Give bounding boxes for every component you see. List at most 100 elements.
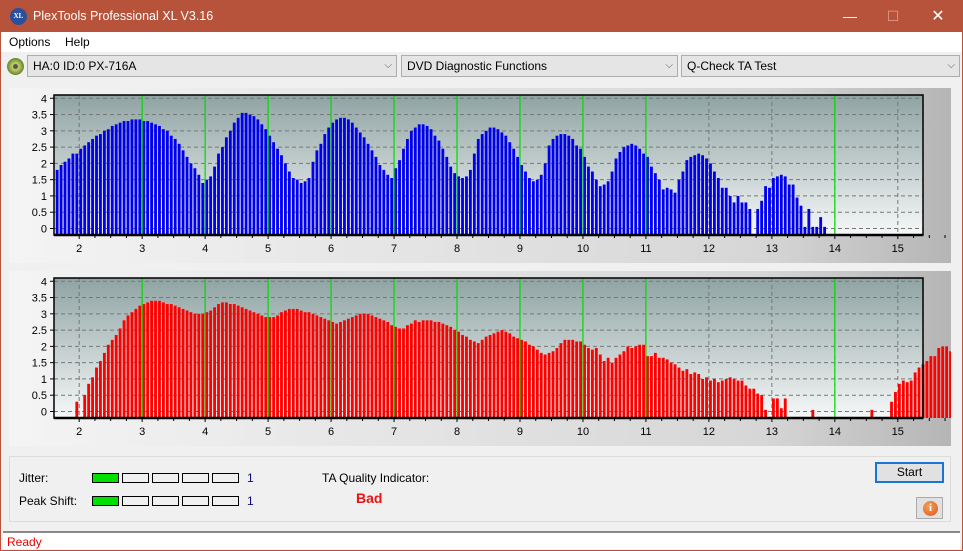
info-button[interactable]: i: [916, 497, 943, 519]
maximize-button[interactable]: ☐: [870, 1, 916, 32]
start-button[interactable]: Start: [875, 462, 944, 483]
bar: [409, 323, 413, 418]
bar: [177, 307, 181, 418]
bar: [610, 362, 614, 418]
bar: [406, 325, 409, 418]
bar: [933, 356, 937, 418]
bar: [764, 186, 767, 235]
bar: [484, 336, 488, 418]
drive-select[interactable]: HA:0 ID:0 PX-716A ⌵: [27, 55, 397, 77]
y-tick-label: 0.5: [32, 207, 47, 219]
bar: [744, 202, 748, 235]
peak-shift-value: 1: [247, 494, 254, 508]
bar: [673, 192, 677, 235]
bar: [272, 142, 276, 235]
bar: [689, 156, 693, 235]
bar: [158, 125, 161, 235]
menu-options[interactable]: Options: [9, 35, 50, 49]
bar: [409, 130, 413, 235]
bar: [95, 367, 98, 418]
x-tick-label: 14: [829, 426, 841, 438]
bar: [504, 331, 508, 418]
top-ta-chart: 0 0.5 1 1.5 2 2.5 3 3.5 4 2 3 4 5 6 7 8 9 10 11 12 13 14 15: [32, 93, 946, 255]
bar: [323, 318, 327, 418]
status-text: Ready: [7, 535, 42, 549]
test-select[interactable]: Q-Check TA Test ⌵: [681, 55, 960, 77]
y-tick-label: 3: [41, 309, 47, 321]
x-tick-label: 15: [892, 426, 904, 438]
bar: [480, 134, 484, 235]
bar: [575, 145, 579, 235]
bar: [492, 127, 496, 235]
bar: [79, 148, 83, 235]
x-tick-label: 5: [265, 426, 271, 438]
bar: [382, 320, 386, 418]
bar: [413, 127, 417, 235]
bar: [468, 169, 472, 235]
bar: [398, 328, 401, 418]
x-tick-label: 13: [766, 243, 778, 255]
bar: [705, 158, 708, 235]
bar: [468, 339, 472, 418]
menu-help[interactable]: Help: [65, 35, 90, 49]
bar: [500, 132, 504, 235]
bar: [232, 304, 236, 418]
bar: [756, 208, 760, 235]
title-bar[interactable]: XL PlexTools Professional XL V3.16 — ☐ ✕: [1, 1, 963, 32]
bar: [232, 122, 236, 235]
bar: [819, 217, 823, 235]
bar: [99, 361, 102, 418]
bar: [209, 176, 213, 235]
bar: [614, 357, 618, 418]
y-tick-label: 2: [41, 341, 47, 353]
bar: [197, 313, 201, 418]
bar: [126, 121, 130, 235]
bar: [512, 336, 516, 418]
bar: [697, 374, 701, 418]
meter-segment: [212, 496, 239, 506]
function-select[interactable]: DVD Diagnostic Functions ⌵: [401, 55, 678, 77]
bar: [106, 129, 110, 235]
meter-segment: [152, 473, 179, 483]
bar: [602, 361, 606, 418]
bar: [213, 307, 216, 418]
close-button[interactable]: ✕: [915, 1, 961, 32]
bar: [110, 125, 114, 235]
bar: [287, 308, 291, 418]
bar: [311, 313, 315, 418]
bar: [590, 171, 594, 235]
bar: [193, 313, 197, 418]
x-tick-label: 8: [454, 243, 460, 255]
bar: [807, 208, 811, 235]
bar: [496, 129, 500, 235]
x-tick-label: 12: [703, 426, 715, 438]
bar: [362, 313, 366, 418]
bar: [252, 312, 256, 418]
bar: [429, 320, 433, 418]
y-tick-label: 4: [41, 93, 47, 105]
bar: [720, 187, 724, 235]
minimize-button[interactable]: —: [827, 1, 873, 32]
bar: [441, 323, 445, 418]
ta-quality-label: TA Quality Indicator:: [322, 471, 430, 485]
x-tick-label: 11: [640, 426, 651, 438]
bar: [346, 119, 350, 235]
x-tick-label: 8: [454, 426, 460, 438]
x-tick-label: 11: [640, 243, 651, 255]
bar: [122, 121, 126, 235]
bottom-ta-chart: 0 0.5 1 1.5 2 2.5 3 3.5 4 2 3 4 5 6 7 8 9 10 11 12 13 14 15: [32, 276, 951, 438]
bar: [335, 119, 338, 235]
bar: [260, 124, 264, 235]
bar: [614, 158, 618, 235]
bar: [712, 378, 716, 418]
bar: [402, 148, 405, 235]
bar: [319, 317, 323, 418]
chevron-down-icon: ⌵: [665, 60, 673, 71]
bar: [579, 148, 583, 235]
bar: [185, 156, 189, 235]
bar: [181, 308, 185, 418]
bar: [693, 372, 697, 418]
bar: [303, 181, 307, 235]
x-tick-label: 15: [892, 243, 904, 255]
bar: [201, 182, 205, 235]
